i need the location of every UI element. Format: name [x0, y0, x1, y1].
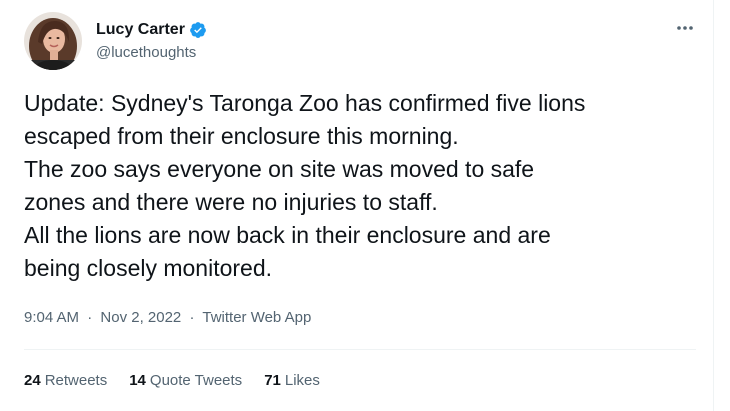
- tweet-line: escaped from their enclosure this mornin…: [24, 123, 459, 149]
- meta-separator: ·: [189, 309, 195, 326]
- display-name[interactable]: Lucy Carter: [96, 20, 185, 40]
- tweet-timestamp-date[interactable]: Nov 2, 2022: [100, 309, 181, 326]
- retweets-stat[interactable]: 24 Retweets: [24, 371, 107, 391]
- retweets-label: Retweets: [44, 372, 108, 389]
- display-name-row: Lucy Carter: [96, 19, 207, 41]
- more-options-icon[interactable]: [672, 18, 698, 38]
- author-names: Lucy Carter @lucethoughts: [96, 19, 207, 63]
- quote-tweets-stat[interactable]: 14 Quote Tweets: [129, 371, 242, 391]
- likes-count: 71: [264, 372, 281, 389]
- tweet-line: zones and there were no injuries to staf…: [24, 189, 438, 215]
- tweet-header: Lucy Carter @lucethoughts: [24, 12, 207, 70]
- tweet-line: being closely monitored.: [24, 255, 273, 281]
- tweet-timestamp-time[interactable]: 9:04 AM: [24, 309, 79, 326]
- quote-tweets-count: 14: [129, 372, 146, 389]
- tweet-line: Update: Sydney's Taronga Zoo has confirm…: [24, 90, 586, 116]
- likes-stat[interactable]: 71 Likes: [264, 371, 320, 391]
- tweet-stats: 24 Retweets 14 Quote Tweets 71 Likes: [24, 371, 342, 391]
- meta-separator: ·: [87, 309, 93, 326]
- likes-label: Likes: [284, 372, 320, 389]
- avatar-image: [24, 12, 82, 70]
- verified-badge-icon: [189, 21, 207, 39]
- retweets-count: 24: [24, 372, 41, 389]
- author-handle[interactable]: @lucethoughts: [96, 43, 207, 63]
- avatar[interactable]: [24, 12, 82, 70]
- tweet-meta: 9:04 AM · Nov 2, 2022 · Twitter Web App: [24, 308, 311, 328]
- tweet-line: The zoo says everyone on site was moved …: [24, 156, 535, 182]
- divider: [24, 349, 696, 350]
- quote-tweets-label: Quote Tweets: [149, 372, 243, 389]
- tweet-source[interactable]: Twitter Web App: [202, 309, 311, 326]
- tweet-card: Lucy Carter @lucethoughts Update: Sydney…: [0, 0, 714, 411]
- tweet-line: All the lions are now back in their encl…: [24, 222, 551, 248]
- tweet-text: Update: Sydney's Taronga Zoo has confirm…: [24, 87, 704, 285]
